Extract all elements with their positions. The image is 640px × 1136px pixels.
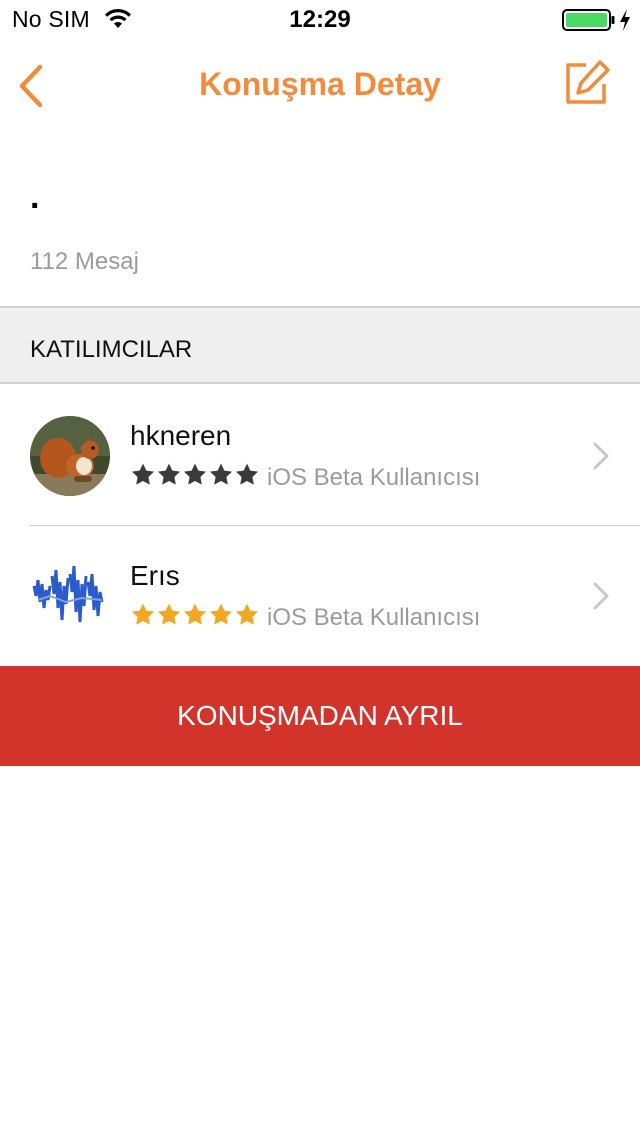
avatar <box>30 416 110 496</box>
participant-row[interactable]: hkneren iOS Beta Kullanıcısı <box>0 386 640 526</box>
charging-bolt-icon <box>620 9 630 31</box>
compose-icon <box>566 60 610 104</box>
star-icon <box>235 463 259 485</box>
section-title: KATILIMCILAR <box>30 336 193 363</box>
user-badge: iOS Beta Kullanıcısı <box>267 604 481 631</box>
star-icon <box>131 463 155 485</box>
avatar <box>30 556 110 636</box>
navigation-bar: Konuşma Detay <box>0 40 640 128</box>
star-icon <box>209 463 233 485</box>
chevron-left-icon <box>19 64 43 108</box>
participant-name: hkneren <box>130 420 232 451</box>
waveform-avatar-image <box>30 556 110 636</box>
participant-name: Erıs <box>130 560 180 591</box>
participant-row[interactable]: Erıs iOS Beta Kullanıcısı <box>0 526 640 666</box>
star-icon <box>183 463 207 485</box>
star-icon <box>157 463 181 485</box>
star-icon <box>235 603 259 625</box>
chevron-right-icon <box>593 582 609 610</box>
participants-section-header: KATILIMCILAR <box>0 306 640 384</box>
star-icon <box>209 603 233 625</box>
star-icon <box>157 603 181 625</box>
leave-conversation-label: KONUŞMADAN AYRIL <box>177 700 463 731</box>
leave-conversation-button[interactable]: KONUŞMADAN AYRIL <box>0 666 640 766</box>
clock: 12:29 <box>289 6 351 33</box>
battery-icon <box>562 9 615 31</box>
chevron-right-icon <box>593 442 609 470</box>
star-icon <box>183 603 207 625</box>
page-title: Konuşma Detay <box>199 66 441 102</box>
squirrel-avatar-image <box>30 416 110 496</box>
message-count: 112 Mesaj <box>30 248 139 275</box>
user-badge: iOS Beta Kullanıcısı <box>267 464 481 491</box>
back-button[interactable] <box>0 40 80 128</box>
star-icon <box>131 603 155 625</box>
compose-button[interactable] <box>550 40 640 128</box>
status-bar: No SIM 12:29 <box>0 0 640 40</box>
conversation-name: . <box>30 178 40 216</box>
